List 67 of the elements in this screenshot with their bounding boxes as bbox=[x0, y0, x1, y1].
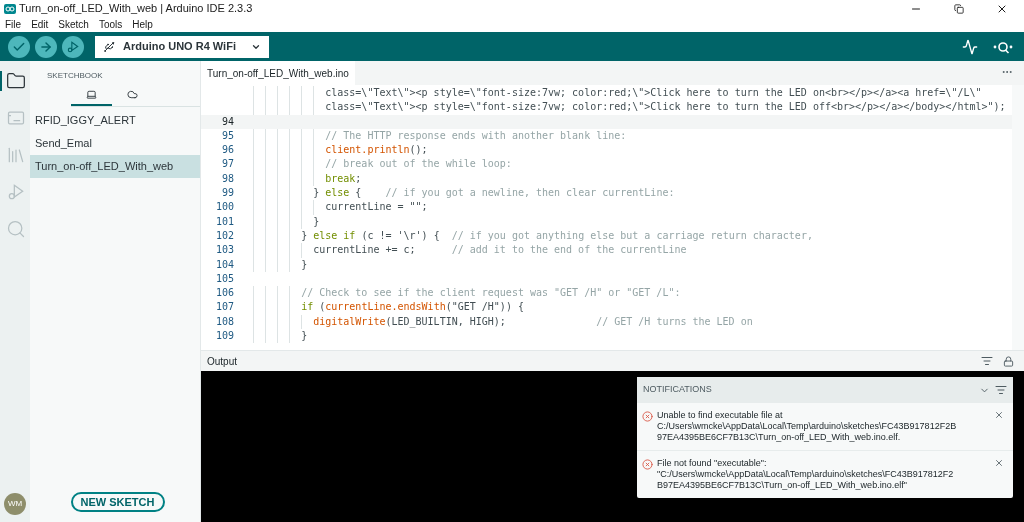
usb-icon bbox=[103, 40, 115, 53]
board-selector[interactable]: Arduino UNO R4 WiFi bbox=[95, 35, 269, 58]
notifications-title: NOTIFICATIONS bbox=[643, 383, 712, 397]
code-line: currentLine = ""; bbox=[324, 201, 428, 213]
line-number: 95 bbox=[221, 129, 234, 141]
line-number: 103 bbox=[215, 244, 234, 256]
line-number: 104 bbox=[215, 258, 234, 270]
line-number: 98 bbox=[221, 172, 234, 184]
menu-item[interactable]: Help bbox=[132, 17, 153, 32]
upload-button[interactable] bbox=[35, 35, 57, 58]
cloud-icon bbox=[127, 89, 138, 100]
code-line: } bbox=[312, 215, 320, 227]
folder-icon[interactable] bbox=[6, 71, 26, 91]
code-line: } else { // if you got a newline, then clear currentLine: bbox=[312, 187, 675, 199]
app-logo-icon bbox=[4, 3, 16, 14]
code-line: break; bbox=[324, 172, 362, 184]
sidebar-title: SKETCHBOOK bbox=[47, 70, 104, 82]
serial-plotter-icon[interactable] bbox=[962, 38, 978, 55]
line-number: 100 bbox=[215, 201, 234, 213]
clear-output-icon[interactable] bbox=[981, 355, 993, 367]
line-number: 106 bbox=[215, 287, 234, 299]
file-list-entry[interactable]: Send_Emal bbox=[30, 132, 200, 155]
file-list-entry[interactable]: Turn_on-off_LED_With_web bbox=[30, 155, 200, 178]
line-number: 97 bbox=[221, 158, 234, 170]
debug-icon bbox=[66, 39, 80, 54]
menu-item[interactable]: File bbox=[5, 17, 22, 32]
notification-message: Unable to find executable file at C:/Users\wmcke\AppData\Local\Temp\arduino\sketches\FC43B917812F2B 97EA4395BE6CF7B13C\Turn_on-off_LED_With_web.ino.elf. bbox=[657, 410, 958, 443]
line-number: 94 bbox=[221, 115, 234, 127]
code-line: } bbox=[300, 330, 308, 342]
code-line: class=\"Text\"><p style=\"font-size:7vw; color:red;\">Click here to turn the LED on<br></p></a><a href=\"/L\" bbox=[324, 87, 982, 98]
laptop-icon bbox=[86, 89, 97, 100]
error-icon bbox=[642, 411, 653, 422]
code-line: client.println(); bbox=[324, 144, 428, 156]
code-line: // The HTTP response ends with another blank line: bbox=[324, 129, 627, 141]
code-line: digitalWrite(LED_BUILTIN, HIGH); // GET /H turns the LED on bbox=[312, 315, 753, 327]
line-number: 101 bbox=[215, 215, 234, 227]
code-line: // Check to see if the client request was "GET /H" or "GET /L": bbox=[300, 287, 681, 299]
code-line: if (currentLine.endsWith("GET /H")) { bbox=[300, 301, 524, 313]
new-sketch-button[interactable]: NEW SKETCH bbox=[70, 492, 165, 512]
line-number: 102 bbox=[215, 229, 234, 241]
lock-icon[interactable] bbox=[1003, 355, 1014, 367]
code-line: // break out of the while loop: bbox=[324, 158, 512, 170]
menu-item[interactable]: Tools bbox=[98, 17, 123, 32]
line-number: 107 bbox=[215, 301, 234, 313]
menu-item[interactable]: Sketch bbox=[58, 17, 89, 32]
notification-message: File not found "executable": "C:/Users\wmcke\AppData\Local\Temp\arduino\sketches\FC43B917812F2 B97EA4395BE6CF7B13C\Turn_on-off_LED_With_web.ino.elf" bbox=[657, 458, 955, 491]
line-number: 96 bbox=[221, 144, 234, 156]
line-number: 99 bbox=[221, 187, 234, 199]
editor-tab[interactable]: Turn_on-off_LED_With_web.ino bbox=[201, 61, 355, 85]
output-title: Output bbox=[207, 354, 238, 369]
menu-item[interactable]: Edit bbox=[31, 17, 49, 32]
debug-button[interactable] bbox=[62, 35, 84, 58]
error-icon bbox=[642, 459, 653, 470]
clear-all-icon[interactable] bbox=[995, 384, 1007, 396]
arrow-icon bbox=[39, 39, 53, 54]
code-line: } bbox=[300, 258, 308, 270]
line-number: 108 bbox=[215, 315, 234, 327]
file-list-entry[interactable]: RFID_IGGY_ALERT bbox=[30, 109, 200, 132]
line-number: 109 bbox=[215, 330, 234, 342]
local-tab[interactable] bbox=[71, 89, 112, 106]
restore-icon[interactable] bbox=[954, 3, 964, 14]
verify-button[interactable] bbox=[8, 35, 30, 58]
line-number: 105 bbox=[215, 272, 234, 284]
code-line: class=\"Text\"><p style=\"font-size:7vw; color:red;\">Click here to turn the LED off<br></p></a></body></html>"); bbox=[324, 101, 1006, 113]
window-title: Turn_on-off_LED_With_web | Arduino IDE 2.3.3 bbox=[19, 1, 253, 17]
code-line: currentLine += c; // add it to the end of the currentLine bbox=[312, 244, 687, 256]
code-line: } else if (c != '\r') { // if you got anything else but a carriage return character, bbox=[300, 229, 813, 241]
